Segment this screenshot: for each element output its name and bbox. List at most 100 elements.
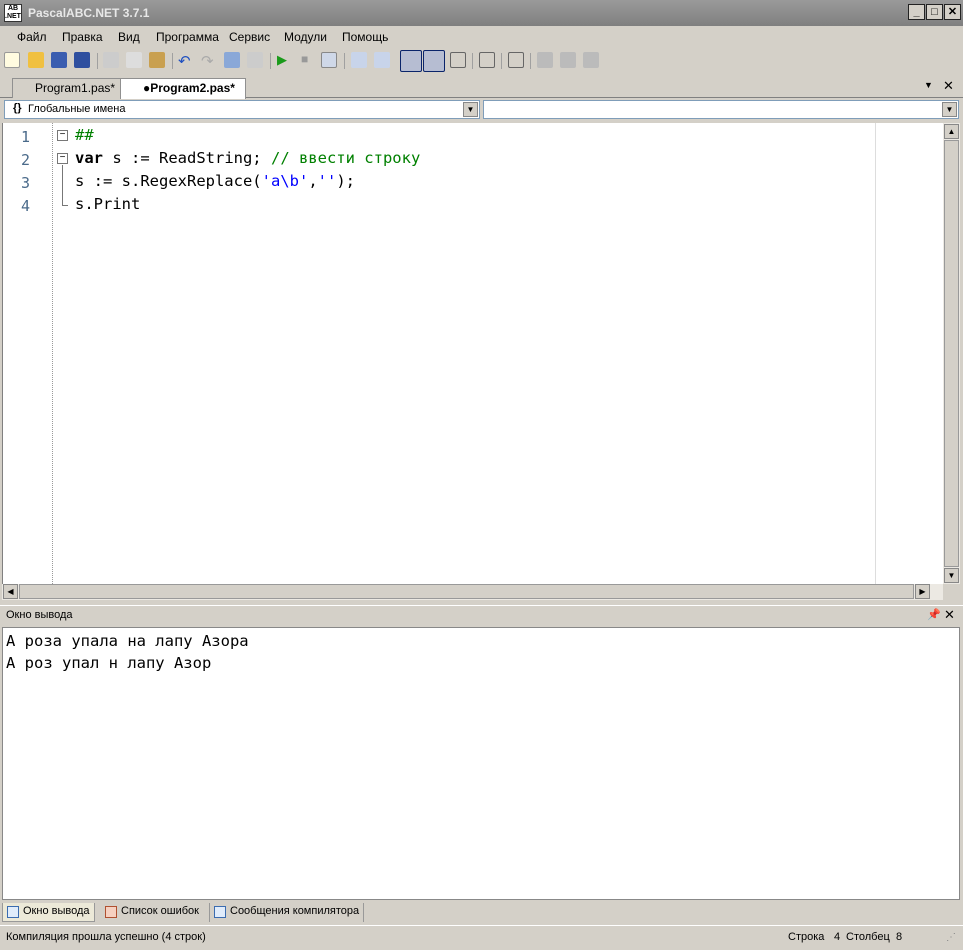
format-disabled-icon[interactable] [247,52,263,68]
row-value: 4 [834,931,841,943]
scroll-right-icon[interactable]: ▶ [915,584,930,599]
fold-toggle-icon[interactable]: − [57,153,68,164]
designer-l-icon[interactable] [560,52,576,68]
step-over-icon[interactable] [374,52,390,68]
tab-output[interactable]: Окно вывода [2,903,95,922]
tab-list-dropdown-icon[interactable]: ▼ [924,80,933,90]
toolbar: ↶ ↷ ▶ ■ [0,49,963,74]
bottom-tabs: Окно вывода Список ошибок Сообщения комп… [0,902,963,922]
code-editor[interactable]: 1 2 3 4 − − ## var s := ReadString; // в… [2,123,943,584]
editor-tabs: Program1.pas* ●Program2.pas* ▼ ✕ [0,76,963,99]
menu-service[interactable]: Сервис [229,30,270,44]
output-window-icon [7,906,19,918]
tab-label: Сообщения компилятора [230,905,360,917]
menu-modules[interactable]: Модули [284,30,327,44]
output-panel-header: Окно вывода 📌 ✕ [0,605,963,625]
save-all-icon[interactable] [74,52,90,68]
menu-file[interactable]: Файл [17,30,47,44]
fold-line [62,165,63,205]
tab-error-list[interactable]: Список ошибок [101,903,203,922]
console-mode-icon[interactable] [400,50,422,72]
line-number: 1 [21,128,31,146]
fold-line [62,205,68,206]
output-text[interactable]: А роза упала на лапу Азора А роз упал н … [2,627,960,900]
pin-icon[interactable]: 📌 [927,608,941,621]
scroll-thumb[interactable] [944,140,959,567]
code-line-4: s.Print [75,195,141,213]
code: , [308,172,318,190]
copy-icon[interactable] [126,52,142,68]
vertical-scrollbar[interactable]: ▲ ▼ [943,123,960,584]
menu-help[interactable]: Помощь [342,30,388,44]
redo-icon[interactable]: ↷ [201,52,217,70]
code-icon[interactable] [508,52,524,68]
close-panel-icon[interactable]: ✕ [944,607,955,623]
designer-r-icon[interactable] [583,52,599,68]
compiler-messages-icon [214,906,226,918]
open-icon[interactable] [28,52,44,68]
status-bar: Компиляция прошла успешно (4 строк) Стро… [0,925,963,949]
code-line-3: s := s.RegexReplace('a\b',''); [75,172,355,190]
scroll-down-icon[interactable]: ▼ [944,568,959,583]
tab-label: Список ошибок [121,905,199,917]
error-list-icon [105,906,117,918]
namespace-icon: {} [13,102,22,114]
close-tab-icon[interactable]: ✕ [943,78,954,94]
step-into-icon[interactable] [351,52,367,68]
string-literal: '' [317,172,337,190]
run-icon[interactable]: ▶ [277,52,293,68]
chevron-down-icon[interactable]: ▼ [463,102,478,117]
abc-cpp-icon[interactable] [450,52,466,68]
col-label: Столбец [846,931,890,943]
menu-program[interactable]: Программа [156,30,219,44]
code-line-2: var s := ReadString; // ввести строку [75,149,420,167]
cut-icon[interactable] [103,52,119,68]
code: s := s.RegexReplace( [75,172,262,190]
undo-icon[interactable]: ↶ [178,52,194,70]
code: s := ReadString; [103,149,271,167]
format-icon[interactable] [224,52,240,68]
text-mode-icon[interactable] [423,50,445,72]
close-button[interactable]: ✕ [944,4,961,20]
member-combo[interactable]: ▼ [483,100,959,119]
col-value: 8 [896,931,903,943]
scope-value: Глобальные имена [28,103,126,115]
status-message: Компиляция прошла успешно (4 строк) [6,931,206,943]
horizontal-scrollbar[interactable]: ◀ ▶ [2,584,943,600]
row-label: Строка [788,931,825,943]
scroll-thumb[interactable] [19,584,914,599]
save-icon[interactable] [51,52,67,68]
line-number: 2 [21,151,31,169]
line-number-gutter: 1 2 3 4 [3,123,53,584]
new-file-icon[interactable] [4,52,20,68]
designer-d-icon[interactable] [537,52,553,68]
output-panel-title: Окно вывода [6,609,73,621]
scroll-up-icon[interactable]: ▲ [944,124,959,139]
tab-label: Окно вывода [23,905,90,917]
debug-icon[interactable] [321,52,337,68]
menu-bar: Файл Правка Вид Программа Сервис Модули … [0,27,963,47]
scroll-left-icon[interactable]: ◀ [3,584,18,599]
fold-toggle-icon[interactable]: − [57,130,68,141]
resize-grip-icon[interactable]: ⋰ [946,932,956,943]
menu-view[interactable]: Вид [118,30,140,44]
keyword: var [75,149,103,167]
comment: // ввести строку [270,149,421,167]
menu-edit[interactable]: Правка [62,30,103,44]
code-line-1: ## [75,126,94,144]
scope-combo[interactable]: {} Глобальные имена ▼ [4,100,480,119]
minimize-button[interactable]: _ [908,4,925,20]
tab-compiler-messages[interactable]: Сообщения компилятора [209,903,365,922]
code: ); [336,172,355,190]
app-logo-icon: AB .NET [4,4,22,22]
stop-icon[interactable]: ■ [301,52,317,68]
chevron-down-icon[interactable]: ▼ [942,102,957,117]
tab-program1[interactable]: Program1.pas* [12,78,127,98]
window-title: PascalABC.NET 3.7.1 [28,6,150,20]
right-margin-line [875,123,876,584]
outline-icon[interactable] [479,52,495,68]
tab-program2[interactable]: ●Program2.pas* [120,78,246,99]
maximize-button[interactable]: □ [926,4,943,20]
line-number: 3 [21,174,31,192]
paste-icon[interactable] [149,52,165,68]
